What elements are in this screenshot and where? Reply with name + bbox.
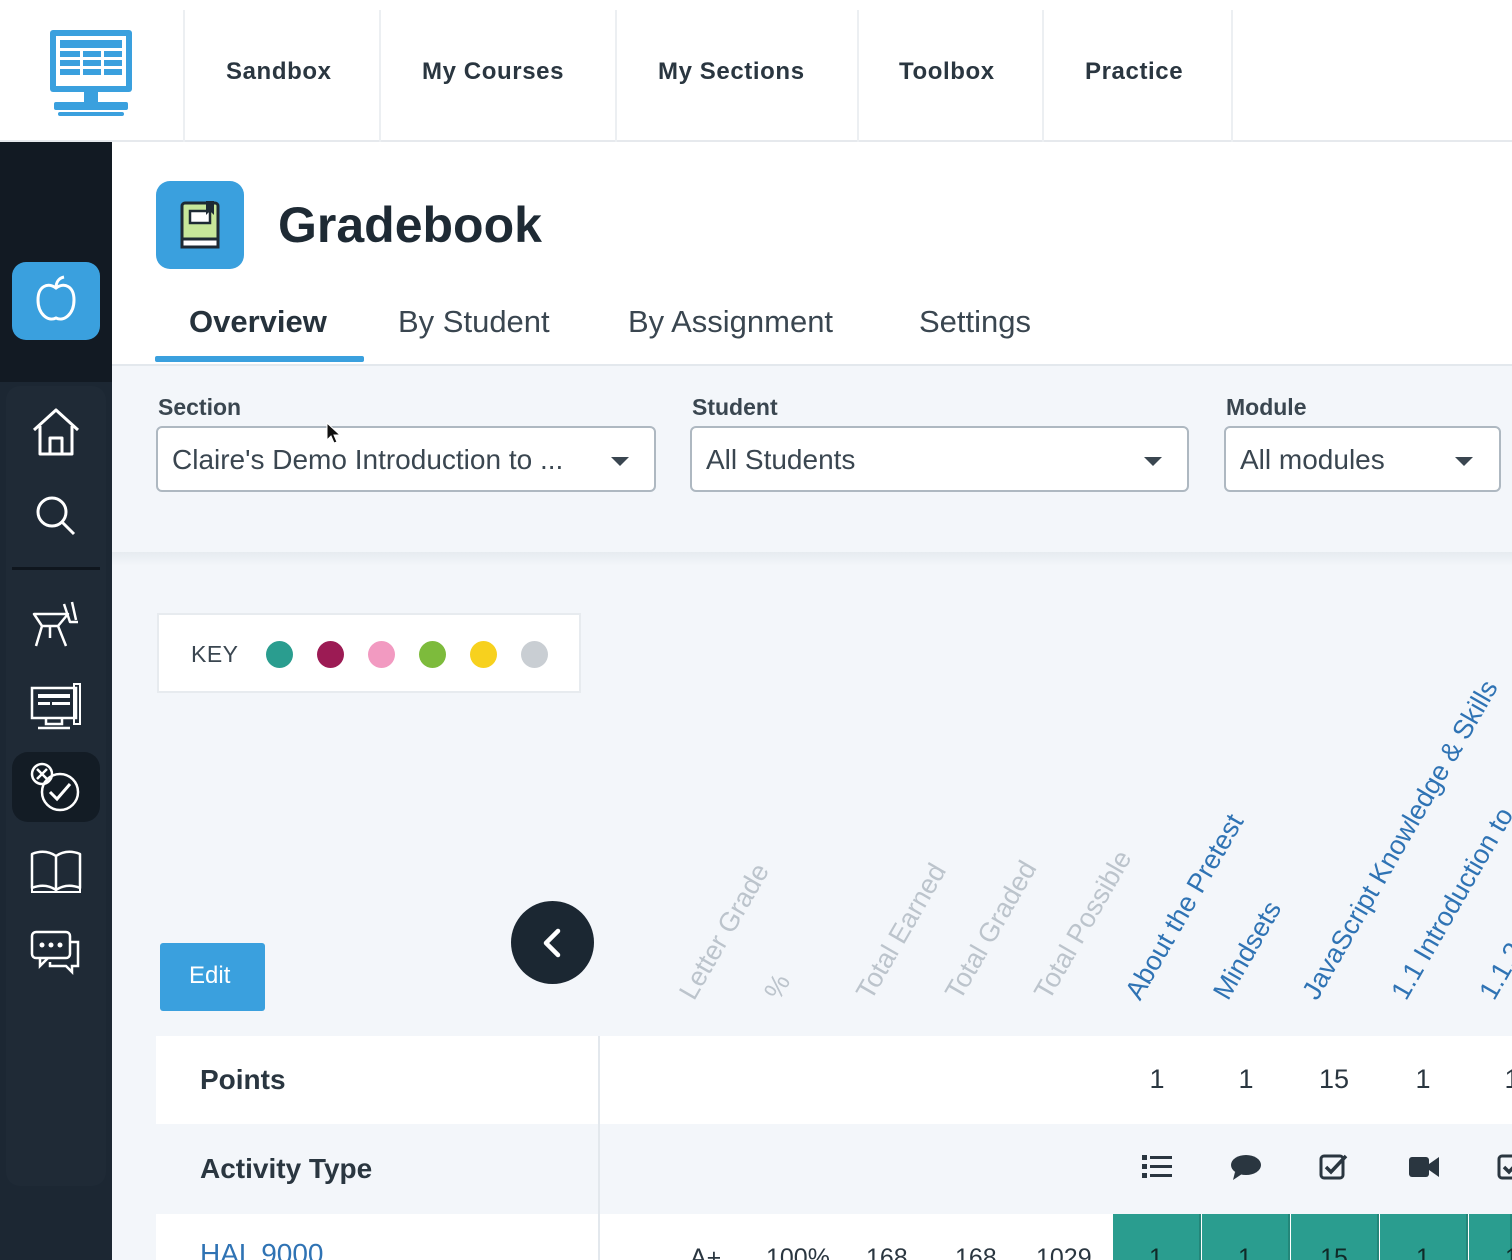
nav-divider — [1042, 10, 1044, 142]
edit-button[interactable]: Edit — [160, 943, 265, 1011]
nav-practice[interactable]: Practice — [1085, 58, 1183, 86]
nav-sandbox[interactable]: Sandbox — [226, 58, 332, 86]
chevron-left-icon — [543, 928, 561, 958]
codehs-logo-icon[interactable] — [44, 26, 138, 120]
gradebook-check-icon[interactable] — [28, 760, 84, 816]
score-value: 1 — [1238, 1244, 1252, 1260]
student-total-possible: 1029 — [1036, 1244, 1092, 1260]
apple-icon — [36, 275, 76, 321]
tabs-divider — [112, 364, 1512, 366]
sidebar-divider — [12, 567, 100, 570]
key-dot — [368, 641, 395, 668]
points-cell: 1 — [1238, 1064, 1254, 1094]
points-cell: 1 — [1149, 1064, 1165, 1094]
book-icon[interactable] — [28, 842, 84, 898]
score-cell[interactable]: 1 — [1202, 1214, 1290, 1260]
tab-settings[interactable]: Settings — [919, 304, 1031, 340]
score-cell[interactable]: 15 — [1291, 1214, 1379, 1260]
points-row-label: Points — [200, 1064, 286, 1095]
points-cell: 1 — [1482, 1064, 1512, 1095]
nav-divider — [615, 10, 617, 142]
table-column-divider — [598, 1036, 600, 1260]
key-dot — [521, 641, 548, 668]
list-icon — [1140, 1152, 1174, 1182]
section-select[interactable]: Claire's Demo Introduction to ... — [156, 426, 656, 492]
desk-icon[interactable] — [28, 596, 84, 652]
module-select[interactable]: All modules — [1224, 426, 1501, 492]
nav-divider — [857, 10, 859, 142]
student-select[interactable]: All Students — [690, 426, 1189, 492]
chevron-down-icon — [1455, 457, 1473, 466]
student-filter-label: Student — [692, 394, 778, 420]
mouse-cursor-icon — [326, 422, 342, 444]
points-cell: 1 — [1415, 1064, 1431, 1094]
nav-my-sections[interactable]: My Sections — [658, 58, 805, 86]
search-icon[interactable] — [28, 488, 84, 544]
section-filter-label: Section — [158, 394, 242, 420]
score-value: 1 — [1469, 1244, 1512, 1260]
score-value: 15 — [1320, 1244, 1348, 1260]
activity-type-row-label: Activity Type — [200, 1153, 373, 1184]
key-dot — [470, 641, 497, 668]
computer-icon[interactable] — [28, 678, 84, 734]
col-header-total-graded: Total Graded — [939, 855, 1043, 1005]
tab-overview[interactable]: Overview — [189, 304, 327, 340]
score-value: 1 — [1149, 1244, 1163, 1260]
points-cell: 15 — [1318, 1064, 1350, 1094]
comment-icon — [1229, 1152, 1263, 1182]
module-select-value: All modules — [1240, 444, 1385, 475]
col-header-total-possible: Total Possible — [1028, 845, 1138, 1005]
student-percent: 100% — [766, 1244, 830, 1260]
nav-divider — [379, 10, 381, 142]
score-cell[interactable]: 1 — [1113, 1214, 1201, 1260]
chevron-down-icon — [1144, 457, 1162, 466]
student-total-earned: 168 — [866, 1244, 908, 1260]
score-cell[interactable]: 1 — [1380, 1214, 1468, 1260]
nav-toolbox[interactable]: Toolbox — [899, 58, 995, 86]
key-dot — [317, 641, 344, 668]
col-header-assignment[interactable]: Mindsets — [1207, 896, 1288, 1005]
student-letter-grade: A+ — [690, 1244, 722, 1260]
chat-icon[interactable] — [28, 924, 84, 980]
col-header-total-earned: Total Earned — [850, 858, 952, 1005]
score-cell[interactable]: 1 — [1469, 1214, 1512, 1260]
color-key: KEY — [157, 613, 581, 693]
checkbox-icon — [1318, 1152, 1352, 1182]
checkbox-icon — [1496, 1152, 1512, 1182]
student-select-value: All Students — [706, 444, 856, 475]
col-header-assignment[interactable]: 1.1.2 — [1473, 937, 1512, 1005]
nav-my-courses[interactable]: My Courses — [422, 58, 564, 86]
col-header-percent: % — [758, 968, 797, 1005]
tab-by-student[interactable]: By Student — [398, 304, 550, 340]
sidebar — [0, 142, 112, 1260]
module-filter-label: Module — [1226, 394, 1307, 420]
active-tab-indicator — [155, 356, 364, 362]
nav-divider — [1231, 10, 1233, 142]
nav-divider — [183, 10, 185, 142]
gradebook-icon — [156, 181, 244, 269]
top-nav: Sandbox My Courses My Sections Toolbox P… — [0, 0, 1512, 142]
home-icon[interactable] — [28, 404, 84, 460]
video-icon — [1407, 1152, 1441, 1182]
student-total-graded: 168 — [955, 1244, 997, 1260]
scroll-left-button[interactable] — [511, 901, 594, 984]
chevron-down-icon — [611, 457, 629, 466]
tab-by-assignment[interactable]: By Assignment — [628, 304, 833, 340]
edit-button-label: Edit — [189, 962, 231, 989]
filters-shadow — [112, 552, 1512, 566]
key-dot — [419, 641, 446, 668]
section-select-value: Claire's Demo Introduction to ... — [172, 444, 564, 475]
teacher-home-button[interactable] — [12, 262, 100, 340]
key-label: KEY — [191, 641, 239, 667]
page-title: Gradebook — [278, 197, 542, 253]
key-dot — [266, 641, 293, 668]
student-name-link[interactable]: HAL 9000 — [200, 1238, 324, 1260]
score-value: 1 — [1416, 1244, 1430, 1260]
